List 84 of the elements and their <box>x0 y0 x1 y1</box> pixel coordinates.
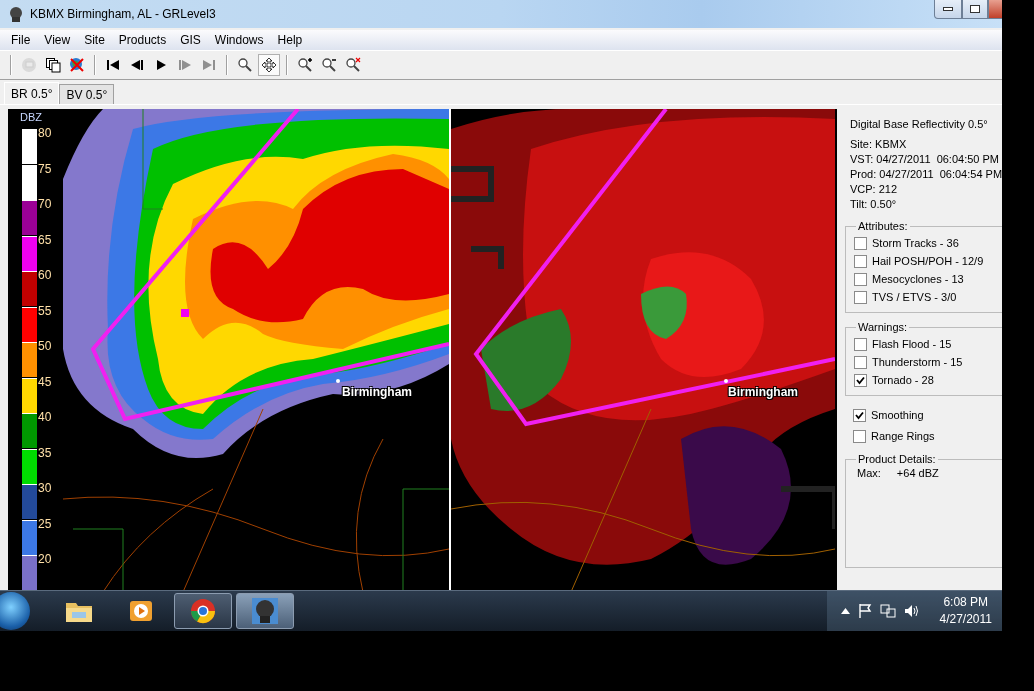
legend-label: 30 <box>38 482 52 494</box>
start-button[interactable] <box>0 592 30 630</box>
legend-label: 35 <box>38 446 52 459</box>
toolbar-button[interactable] <box>258 54 280 76</box>
legend-label: 55 <box>38 304 52 317</box>
tab[interactable]: BR 0.5° <box>4 82 60 104</box>
checkbox[interactable] <box>854 236 867 250</box>
legend-label: 70 <box>38 198 52 210</box>
flag-icon[interactable] <box>857 603 872 619</box>
detail-value: +64 dBZ <box>896 467 939 479</box>
checkbox-label: Storm Tracks - 36 <box>872 237 959 249</box>
skip-back-icon <box>105 57 121 73</box>
product-field: Prod: 04/27/2011 06:04:54 PM <box>850 167 1002 182</box>
copy-icon <box>45 57 61 73</box>
maximize-button[interactable] <box>962 0 988 19</box>
magnifier-icon <box>345 57 361 73</box>
legend-label: 40 <box>38 411 52 423</box>
maximize-icon <box>970 5 980 13</box>
product-field: VST: 04/27/2011 06:04:50 PM <box>850 152 1002 167</box>
window-title: KBMX Birmingham, AL - GRLevel3 <box>30 7 217 21</box>
speaker-icon[interactable] <box>903 603 920 619</box>
checkbox-label: Smoothing <box>871 409 924 421</box>
group-title: Warnings: <box>857 321 909 333</box>
monitor-icon <box>21 57 37 73</box>
legend-label: 65 <box>38 233 52 246</box>
checkbox[interactable] <box>854 254 867 268</box>
app-icon <box>8 6 24 22</box>
group-title: Product Details: <box>857 453 937 465</box>
detail-label: Max: <box>857 467 881 479</box>
legend-label: 60 <box>38 269 52 281</box>
product-field: VCP: 212 <box>850 182 1002 197</box>
step-back-icon <box>129 57 145 73</box>
product-title: Digital Base Reflectivity 0.5° <box>850 118 989 130</box>
checkbox[interactable] <box>853 408 866 422</box>
product-field: Site: KBMX <box>850 137 1002 152</box>
checkbox-label: Mesocyclones - 13 <box>872 273 964 285</box>
legend-label: 75 <box>38 162 52 175</box>
menu-item[interactable]: View <box>37 33 78 47</box>
globe-cross-icon <box>69 57 85 73</box>
clock-time: 6:08 PM <box>943 594 989 611</box>
checkbox[interactable] <box>854 355 867 369</box>
magnifier-icon <box>237 57 253 73</box>
minimize-button[interactable] <box>934 0 962 19</box>
legend-label: 25 <box>38 517 52 530</box>
legend-label: 20 <box>38 553 52 565</box>
menu-item[interactable]: Windows <box>207 33 271 47</box>
product-field: Tilt: 0.50° <box>850 197 1002 212</box>
legend-label: 50 <box>38 340 52 352</box>
checkbox[interactable] <box>854 290 867 304</box>
network-icon[interactable] <box>879 603 896 619</box>
city-label: Birmingham <box>728 385 798 399</box>
checkbox-label: Flash Flood - 15 <box>872 338 952 350</box>
checkbox-label: Hail POSH/POH - 12/9 <box>872 255 984 267</box>
checkbox-label: Tornado - 28 <box>872 374 934 386</box>
tab[interactable]: BV 0.5° <box>59 84 115 104</box>
legend-label: 45 <box>38 375 52 388</box>
step-forward-icon <box>177 57 193 73</box>
magnifier-icon <box>297 57 313 73</box>
checkbox-label: TVS / ETVS - 3/0 <box>872 291 957 303</box>
checkbox-label: Range Rings <box>871 430 935 442</box>
skip-forward-icon <box>201 57 217 73</box>
menu-item[interactable]: GIS <box>173 33 208 47</box>
clock-date: 4/27/2011 <box>939 611 992 628</box>
group-title: Attributes: <box>857 220 909 232</box>
magnifier-icon <box>321 57 337 73</box>
menu-item[interactable]: File <box>4 33 38 47</box>
menu-item[interactable]: Site <box>77 33 112 47</box>
caret-icon[interactable] <box>840 608 850 614</box>
menu-item[interactable]: Help <box>270 33 310 47</box>
minimize-icon <box>943 7 953 11</box>
checkbox[interactable] <box>853 429 866 443</box>
radar-dish-icon <box>250 596 280 626</box>
move-icon <box>261 57 277 73</box>
browser-icon <box>188 596 218 626</box>
checkbox[interactable] <box>854 337 867 351</box>
checkbox-label: Thunderstorm - 15 <box>872 356 963 368</box>
legend-label: 80 <box>38 127 52 139</box>
checkbox[interactable] <box>854 272 867 286</box>
checkbox[interactable] <box>854 373 867 387</box>
taskbar-app[interactable] <box>236 593 294 629</box>
taskbar-app[interactable] <box>174 593 232 629</box>
legend-title: DBZ <box>20 111 43 125</box>
clock[interactable]: 6:08 PM 4/27/2011 <box>939 594 992 628</box>
menu-item[interactable]: Products <box>111 33 174 47</box>
